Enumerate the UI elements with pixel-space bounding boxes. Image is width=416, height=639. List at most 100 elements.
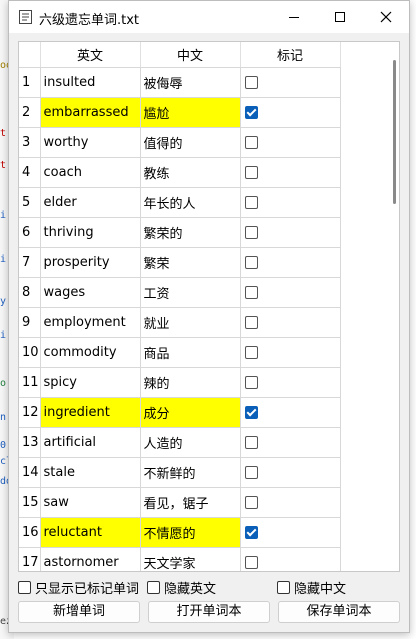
- hide-chinese-checkbox[interactable]: 隐藏中文: [277, 578, 346, 597]
- show-marked-only-checkbox[interactable]: 只显示已标记单词: [18, 578, 139, 597]
- english-cell[interactable]: employment: [40, 307, 141, 338]
- mark-checkbox[interactable]: [244, 406, 258, 419]
- row-index: 15: [19, 487, 41, 518]
- table-row[interactable]: 6 thriving 繁荣的: [19, 217, 341, 248]
- english-cell[interactable]: elder: [40, 187, 141, 218]
- mark-cell: [240, 127, 341, 158]
- table-row[interactable]: 12 ingredient 成分: [19, 397, 341, 428]
- chinese-cell[interactable]: 被侮辱: [140, 67, 241, 98]
- checkbox-box[interactable]: [147, 581, 160, 594]
- header-english[interactable]: 英文: [40, 42, 141, 68]
- english-cell[interactable]: thriving: [40, 217, 141, 248]
- chinese-cell[interactable]: 繁荣的: [140, 217, 241, 248]
- chinese-cell[interactable]: 不新鲜的: [140, 457, 241, 488]
- english-cell[interactable]: ingredient: [40, 397, 141, 428]
- mark-checkbox[interactable]: [244, 106, 258, 119]
- english-cell[interactable]: coach: [40, 157, 141, 188]
- chinese-cell[interactable]: 看见，锯子: [140, 487, 241, 518]
- row-index: 7: [19, 247, 41, 278]
- table-row[interactable]: 15 saw 看见，锯子: [19, 487, 341, 518]
- mark-checkbox[interactable]: [244, 316, 258, 329]
- table-row[interactable]: 17 astornomer 天文学家: [19, 547, 341, 571]
- table-row[interactable]: 2 embarrassed 尴尬: [19, 97, 341, 128]
- mark-checkbox[interactable]: [244, 346, 258, 359]
- maximize-button[interactable]: [317, 1, 363, 33]
- add-word-button[interactable]: 新增单词: [18, 601, 140, 623]
- english-cell[interactable]: astornomer: [40, 547, 141, 571]
- mark-cell: [240, 547, 341, 571]
- open-wordbook-button[interactable]: 打开单词本: [148, 601, 270, 623]
- english-cell[interactable]: stale: [40, 457, 141, 488]
- mark-checkbox[interactable]: [244, 556, 258, 569]
- hide-english-checkbox[interactable]: 隐藏英文: [147, 578, 216, 597]
- row-index: 9: [19, 307, 41, 338]
- mark-checkbox[interactable]: [244, 256, 258, 269]
- table-row[interactable]: 11 spicy 辣的: [19, 367, 341, 398]
- english-cell[interactable]: saw: [40, 487, 141, 518]
- row-index: 11: [19, 367, 41, 398]
- chinese-cell[interactable]: 成分: [140, 397, 241, 428]
- scrollbar-thumb[interactable]: [393, 60, 396, 204]
- background-code-glyph: i: [0, 254, 7, 265]
- close-button[interactable]: [363, 1, 409, 33]
- mark-cell: [240, 157, 341, 188]
- english-cell[interactable]: reluctant: [40, 517, 141, 548]
- minimize-button[interactable]: [271, 1, 317, 33]
- checkbox-box[interactable]: [18, 581, 31, 594]
- chinese-cell[interactable]: 繁荣: [140, 247, 241, 278]
- chinese-cell[interactable]: 年长的人: [140, 187, 241, 218]
- chinese-cell[interactable]: 辣的: [140, 367, 241, 398]
- row-index: 2: [19, 97, 41, 128]
- app-window: 六级遗忘单词.txt 英文 中文 标记 1 insulted 被侮辱 2 emb…: [8, 0, 410, 633]
- mark-checkbox[interactable]: [244, 436, 258, 449]
- chinese-cell[interactable]: 不情愿的: [140, 517, 241, 548]
- save-wordbook-button[interactable]: 保存单词本: [278, 601, 400, 623]
- table-row[interactable]: 9 employment 就业: [19, 307, 341, 338]
- english-cell[interactable]: commodity: [40, 337, 141, 368]
- chinese-cell[interactable]: 天文学家: [140, 547, 241, 571]
- mark-cell: [240, 217, 341, 248]
- chinese-cell[interactable]: 人造的: [140, 427, 241, 458]
- mark-checkbox[interactable]: [244, 376, 258, 389]
- table-row[interactable]: 14 stale 不新鲜的: [19, 457, 341, 488]
- mark-cell: [240, 337, 341, 368]
- english-cell[interactable]: embarrassed: [40, 97, 141, 128]
- checkbox-box[interactable]: [277, 581, 290, 594]
- mark-checkbox[interactable]: [244, 526, 258, 539]
- english-cell[interactable]: wages: [40, 277, 141, 308]
- table-row[interactable]: 16 reluctant 不情愿的: [19, 517, 341, 548]
- chinese-cell[interactable]: 教练: [140, 157, 241, 188]
- header-chinese[interactable]: 中文: [140, 42, 241, 68]
- row-index: 1: [19, 67, 41, 98]
- english-cell[interactable]: artificial: [40, 427, 141, 458]
- table-row[interactable]: 13 artificial 人造的: [19, 427, 341, 458]
- chinese-cell[interactable]: 尴尬: [140, 97, 241, 128]
- english-cell[interactable]: worthy: [40, 127, 141, 158]
- vertical-scrollbar[interactable]: [391, 42, 399, 571]
- mark-cell: [240, 247, 341, 278]
- mark-checkbox[interactable]: [244, 466, 258, 479]
- english-cell[interactable]: insulted: [40, 67, 141, 98]
- table-row[interactable]: 8 wages 工资: [19, 277, 341, 308]
- table-row[interactable]: 7 prosperity 繁荣: [19, 247, 341, 278]
- chinese-cell[interactable]: 工资: [140, 277, 241, 308]
- chinese-cell[interactable]: 就业: [140, 307, 241, 338]
- chinese-cell[interactable]: 商品: [140, 337, 241, 368]
- chinese-cell[interactable]: 值得的: [140, 127, 241, 158]
- table-row[interactable]: 4 coach 教练: [19, 157, 341, 188]
- header-mark[interactable]: 标记: [240, 42, 341, 68]
- mark-checkbox[interactable]: [244, 286, 258, 299]
- mark-checkbox[interactable]: [244, 136, 258, 149]
- mark-checkbox[interactable]: [244, 76, 258, 89]
- mark-cell: [240, 277, 341, 308]
- english-cell[interactable]: prosperity: [40, 247, 141, 278]
- english-cell[interactable]: spicy: [40, 367, 141, 398]
- table-row[interactable]: 5 elder 年长的人: [19, 187, 341, 218]
- mark-checkbox[interactable]: [244, 496, 258, 509]
- table-row[interactable]: 1 insulted 被侮辱: [19, 67, 341, 98]
- mark-checkbox[interactable]: [244, 226, 258, 239]
- mark-checkbox[interactable]: [244, 166, 258, 179]
- table-row[interactable]: 3 worthy 值得的: [19, 127, 341, 158]
- mark-checkbox[interactable]: [244, 196, 258, 209]
- table-row[interactable]: 10 commodity 商品: [19, 337, 341, 368]
